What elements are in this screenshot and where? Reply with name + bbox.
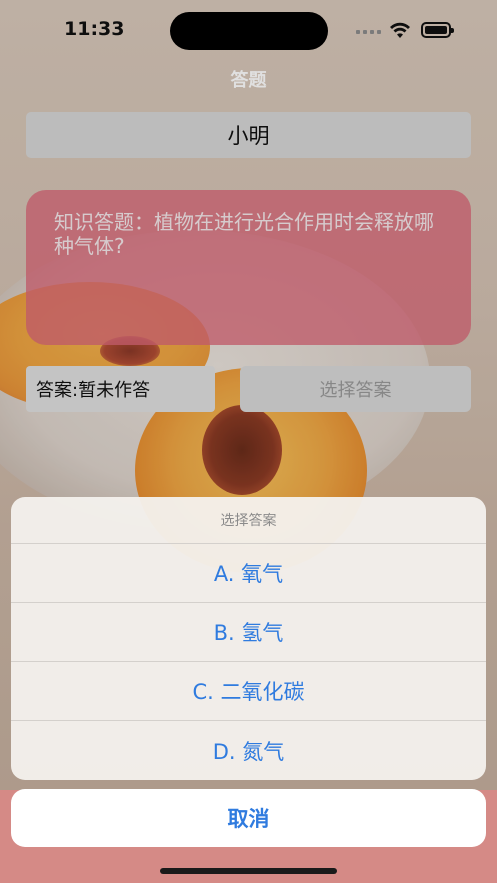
- option-b-button[interactable]: B. 氢气: [11, 603, 486, 662]
- action-sheet-title: 选择答案: [11, 497, 486, 544]
- action-sheet: 选择答案 A. 氧气 B. 氢气 C. 二氧化碳 D. 氮气: [11, 497, 486, 780]
- option-d-button[interactable]: D. 氮气: [11, 721, 486, 780]
- option-c-button[interactable]: C. 二氧化碳: [11, 662, 486, 721]
- cancel-button[interactable]: 取消: [11, 789, 486, 847]
- option-a-button[interactable]: A. 氧气: [11, 544, 486, 603]
- home-indicator[interactable]: [160, 868, 337, 874]
